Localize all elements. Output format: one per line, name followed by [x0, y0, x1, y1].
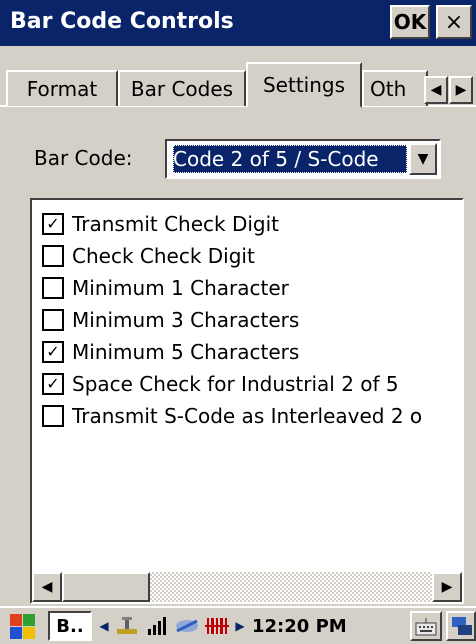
option-item[interactable]: ✓ Transmit Check Digit [42, 208, 462, 240]
option-label: Minimum 5 Characters [72, 340, 300, 364]
horizontal-scrollbar[interactable]: ◀ ▶ [32, 572, 462, 602]
barcode-selected-value[interactable]: Code 2 of 5 / S-Code [173, 145, 407, 173]
connection-icon[interactable] [174, 613, 200, 639]
arrow-left-icon: ◀ [430, 82, 442, 98]
usb-icon[interactable] [114, 613, 140, 639]
network-icon[interactable] [446, 611, 476, 641]
scrollbar-thumb[interactable] [62, 572, 150, 602]
options-list[interactable]: ✓ Transmit Check Digit Check Check Digit Mi… [30, 198, 464, 604]
option-item[interactable]: Minimum 3 Characters [42, 304, 462, 336]
option-label: Transmit Check Digit [72, 212, 280, 236]
option-checkbox[interactable] [42, 277, 64, 299]
tab-strip: Format Bar Codes Settings Oth ◀ ▶ [0, 46, 476, 114]
signal-bars-icon[interactable] [144, 613, 170, 639]
option-label: Transmit S-Code as Interleaved 2 o [72, 404, 423, 428]
option-checkbox[interactable] [42, 245, 64, 267]
windows-start-icon[interactable] [8, 612, 36, 640]
option-checkbox[interactable]: ✓ [42, 213, 64, 235]
clock[interactable]: 12:20 PM [252, 616, 347, 637]
option-item[interactable]: ✓ Minimum 5 Characters [42, 336, 462, 368]
scroll-right-button[interactable]: ▶ [432, 572, 462, 602]
system-tray: ◀ ▶ 12:20 PM [98, 612, 347, 640]
option-label: Space Check for Industrial 2 of 5 [72, 372, 399, 396]
barcode-select[interactable]: Code 2 of 5 / S-Code ▼ [165, 139, 441, 179]
barcode-label: Bar Code: [34, 146, 133, 170]
arrow-right-icon: ▶ [441, 579, 453, 595]
tray-left-arrow-icon[interactable]: ◀ [98, 613, 110, 639]
tab-format[interactable]: Format [6, 70, 118, 106]
arrow-right-icon: ▶ [455, 82, 467, 98]
chevron-down-icon: ▼ [417, 151, 429, 167]
tab-settings[interactable]: Settings [246, 62, 362, 108]
option-checkbox[interactable]: ✓ [42, 373, 64, 395]
tab-scroll-right-button[interactable]: ▶ [449, 76, 473, 104]
keyboard-icon[interactable] [410, 611, 442, 641]
tab-scroll-left-button[interactable]: ◀ [424, 76, 448, 104]
taskbar: B.. ◀ ▶ 12:20 PM [0, 606, 476, 644]
close-button[interactable]: × [436, 5, 472, 39]
option-label: Minimum 3 Characters [72, 308, 300, 332]
tray-right-arrow-icon[interactable]: ▶ [234, 613, 246, 639]
ok-button[interactable]: OK [390, 5, 430, 39]
scroll-left-button[interactable]: ◀ [32, 572, 62, 602]
option-label: Check Check Digit [72, 244, 255, 268]
window-title: Bar Code Controls [10, 9, 234, 34]
tab-other[interactable]: Oth [362, 70, 428, 106]
option-item[interactable]: ✓ Space Check for Industrial 2 of 5 [42, 368, 462, 400]
barcode-scanner-icon[interactable] [204, 613, 230, 639]
option-checkbox[interactable] [42, 309, 64, 331]
option-checkbox[interactable]: ✓ [42, 341, 64, 363]
option-item[interactable]: Minimum 1 Character [42, 272, 462, 304]
options-items: ✓ Transmit Check Digit Check Check Digit Mi… [42, 208, 462, 432]
option-checkbox[interactable] [42, 405, 64, 427]
option-item[interactable]: Transmit S-Code as Interleaved 2 o [42, 400, 462, 432]
tab-bar-codes[interactable]: Bar Codes [118, 70, 246, 106]
dropdown-button[interactable]: ▼ [409, 143, 437, 175]
title-bar: Bar Code Controls OK × [0, 0, 476, 46]
arrow-left-icon: ◀ [41, 579, 53, 595]
option-label: Minimum 1 Character [72, 276, 289, 300]
option-item[interactable]: Check Check Digit [42, 240, 462, 272]
taskbar-app-button[interactable]: B.. [48, 611, 92, 641]
